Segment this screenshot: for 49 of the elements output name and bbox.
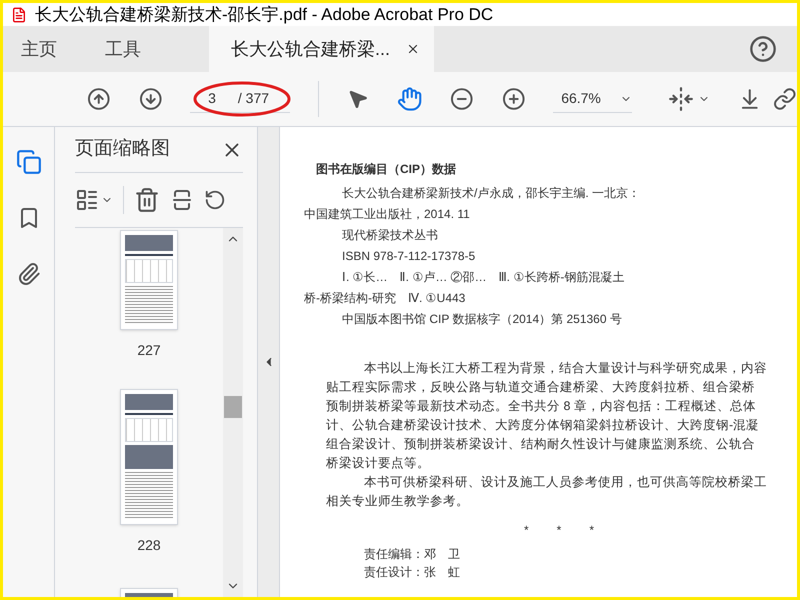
link-icon[interactable] (773, 86, 797, 112)
page-number: 227 (137, 341, 161, 360)
document-text-line: 组合梁设计、预制拼装桥梁设计、结构耐久性设计与健康监测系统、公轨合 (326, 436, 756, 453)
tab[interactable]: 工具 (95, 26, 151, 72)
zoom-in-icon[interactable] (502, 86, 526, 112)
document-text-line: 预制拼装桥梁等最新技术动态。全书共分 8 章，内容包括：工程概述、总体 (326, 398, 757, 415)
thumbnails-icon[interactable] (16, 149, 42, 175)
zoom-out-icon[interactable] (450, 86, 474, 112)
previous-page-icon[interactable] (87, 86, 111, 112)
page-fit-icon[interactable] (668, 86, 694, 112)
document-text-line: 现代桥梁技术丛书 (341, 227, 439, 244)
hand-icon[interactable] (396, 85, 422, 113)
page-number-field[interactable]: 3 / 377 (190, 85, 290, 113)
zoom-dropdown[interactable]: 66.7% (553, 85, 632, 113)
page-thumbnail[interactable] (120, 389, 178, 525)
rotate-icon[interactable] (204, 189, 226, 211)
panel-title: 页面缩略图 (75, 137, 170, 162)
document-text-line: 本书以上海长江大桥工程为背景，结合大量设计与科学研究成果，内容 (363, 360, 768, 377)
document-text-line: 责任编辑：邓 卫 (364, 546, 461, 563)
window-title: 长大公轨合建桥梁新技术-邵长宇.pdf - Adobe Acrobat Pro DC (35, 4, 494, 26)
document-heading: 图书在版编目（CIP）数据 (315, 161, 458, 178)
scrollbar[interactable] (223, 228, 243, 597)
next-page-icon[interactable] (138, 86, 162, 112)
page-number: 228 (137, 536, 161, 555)
document-text-line: 计、公轨合建桥梁设计技术、大跨度分体钢箱梁斜拉桥设计、大跨度钢-混凝 (326, 417, 760, 434)
separator-text: * (589, 522, 594, 539)
attachment-icon[interactable] (16, 261, 40, 287)
help-icon[interactable] (749, 35, 777, 63)
options-icon[interactable] (75, 188, 99, 212)
document-text-line: 桥梁设计要点等。 (326, 455, 431, 472)
document-text-line: 责任设计：张 虹 (364, 564, 461, 581)
document-text-line: Ⅰ. ①长… Ⅱ. ①卢… ②邵… Ⅲ. ①长跨桥-钢筋混凝土 (341, 269, 626, 286)
document-text-line: ISBN 978-7-112-17378-5 (341, 248, 476, 265)
pdf-file-icon (11, 6, 27, 22)
separator-text: * (524, 522, 529, 539)
document-text-line: 相关专业师生教学参考。 (326, 493, 470, 510)
tab[interactable]: 主页 (11, 26, 67, 72)
tab[interactable]: 长大公轨合建桥梁... (209, 26, 434, 72)
document-text-line: 贴工程实际需求，反映公路与轨道交通合建桥梁、大跨度斜拉桥、组合梁桥 (326, 379, 756, 396)
separator-text: * (556, 522, 562, 539)
document-text-line: 本书可供桥梁科研、设计及施工人员参考使用，也可供高等院校桥梁工 (363, 474, 768, 491)
page-thumbnail[interactable] (120, 230, 178, 330)
scroll-thumb[interactable] (224, 396, 242, 418)
trash-icon[interactable] (134, 187, 160, 213)
document-text-line: 桥-桥梁结构-研究 Ⅳ. ①U443 (304, 290, 466, 307)
document-text-line: 中国建筑工业出版社，2014. 11 (304, 206, 471, 223)
document-text-line: 中国版本图书馆 CIP 数据核字（2014）第 251360 号 (341, 311, 623, 328)
split-page-icon[interactable] (170, 188, 194, 212)
document-text-line: 长大公轨合建桥梁新技术/卢永成，邵长宇主编. 一北京： (341, 185, 642, 202)
